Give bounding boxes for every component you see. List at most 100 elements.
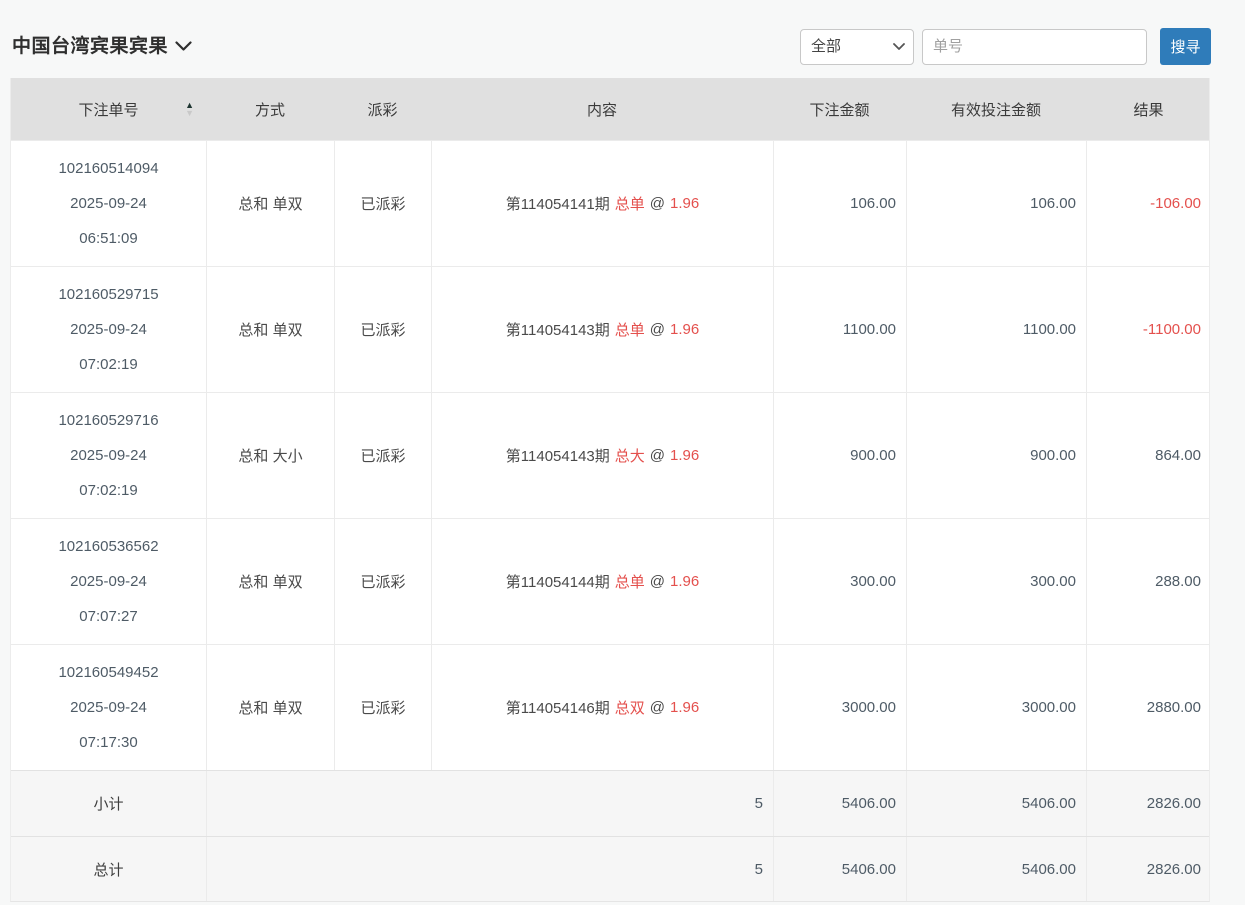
odds-text: 1.96 [670,321,700,338]
payout-status-cell: 已派彩 [334,141,431,266]
column-header-bet-amount: 下注金额 [809,101,870,119]
column-header-payout: 派彩 [367,101,398,119]
content-cell: 第114054146期 总双 @ 1.96 [431,645,773,770]
total-label: 总计 [93,861,124,879]
period-text: 第114054146期 [505,700,610,717]
period-text: 第114054143期 [505,322,610,339]
order-cell: 102160514094 2025-09-24 06:51:09 [11,141,206,266]
total-count: 5 [206,837,773,901]
table-row: 102160549452 2025-09-24 07:17:30 总和 单双 已… [11,644,1209,770]
sort-control[interactable]: ▲ ▼ [185,101,194,118]
total-result: 2826.00 [1086,837,1211,901]
result-cell: 2880.00 [1086,645,1211,770]
total-row: 总计 5 5406.00 5406.00 2826.00 [11,836,1209,901]
subtotal-count: 5 [206,771,773,836]
table-row: 102160514094 2025-09-24 06:51:09 总和 单双 已… [11,140,1209,266]
odds-text: 1.96 [670,573,700,590]
valid-amount-cell: 300.00 [906,519,1086,644]
at-symbol: @ [649,699,665,716]
order-time: 07:07:27 [79,608,138,625]
subtotal-row: 小计 5 5406.00 5406.00 2826.00 [11,770,1209,836]
order-cell: 102160536562 2025-09-24 07:07:27 [11,519,206,644]
order-date: 2025-09-24 [70,321,147,338]
odds-text: 1.96 [670,195,700,212]
at-symbol: @ [649,321,665,338]
content-cell: 第114054143期 总单 @ 1.96 [431,267,773,392]
table-row: 102160529715 2025-09-24 07:02:19 总和 单双 已… [11,266,1209,392]
period-text: 第114054141期 [505,196,610,213]
valid-amount-cell: 3000.00 [906,645,1086,770]
result-cell: 864.00 [1086,393,1211,518]
order-date: 2025-09-24 [70,573,147,590]
at-symbol: @ [649,447,665,464]
bet-amount-cell: 1100.00 [773,267,906,392]
content-cell: 第114054141期 总单 @ 1.96 [431,141,773,266]
method-cell: 总和 单双 [206,645,334,770]
order-date: 2025-09-24 [70,447,147,464]
payout-status-cell: 已派彩 [334,267,431,392]
order-id: 102160529715 [58,286,159,303]
sort-desc-icon[interactable]: ▼ [185,109,194,118]
valid-amount-cell: 900.00 [906,393,1086,518]
game-filter-select[interactable]: 全部 [800,28,914,65]
title-chevron-down-icon[interactable] [175,41,192,52]
top-bar: 中国台湾宾果宾果 全部 搜寻 [0,0,1245,78]
content-cell: 第114054144期 总单 @ 1.96 [431,519,773,644]
result-cell: 288.00 [1086,519,1211,644]
odds-text: 1.96 [670,447,700,464]
subtotal-label: 小计 [93,796,124,813]
column-header-result: 结果 [1133,101,1164,119]
total-valid-amount: 5406.00 [906,837,1086,901]
subtotal-result: 2826.00 [1086,771,1211,836]
order-time: 07:02:19 [79,482,138,499]
method-cell: 总和 大小 [206,393,334,518]
at-symbol: @ [649,195,665,212]
order-time: 07:17:30 [79,734,138,751]
page-title: 中国台湾宾果宾果 [12,36,169,57]
order-id: 102160514094 [58,160,159,177]
order-date: 2025-09-24 [70,699,147,716]
order-id: 102160536562 [58,538,159,555]
order-id: 102160529716 [58,412,159,429]
order-time: 07:02:19 [79,356,138,373]
pick-text: 总单 [614,574,645,591]
odds-text: 1.96 [670,699,700,716]
valid-amount-cell: 106.00 [906,141,1086,266]
result-cell: -1100.00 [1086,267,1211,392]
order-date: 2025-09-24 [70,195,147,212]
at-symbol: @ [649,573,665,590]
table-row: 102160536562 2025-09-24 07:07:27 总和 单双 已… [11,518,1209,644]
payout-status-cell: 已派彩 [334,519,431,644]
pick-text: 总单 [614,322,645,339]
period-text: 第114054143期 [505,448,610,465]
search-button[interactable]: 搜寻 [1160,28,1211,65]
bet-amount-cell: 3000.00 [773,645,906,770]
method-cell: 总和 单双 [206,519,334,644]
content-cell: 第114054143期 总大 @ 1.96 [431,393,773,518]
pick-text: 总大 [614,448,645,465]
column-header-order-id[interactable]: 下注单号 ▲ ▼ [11,78,206,140]
order-time: 06:51:09 [79,230,138,247]
column-header-content: 内容 [586,101,617,119]
bet-amount-cell: 106.00 [773,141,906,266]
filter-select-wrap: 全部 [800,28,914,65]
total-bet-amount: 5406.00 [773,837,906,901]
column-header-valid-amount: 有效投注金额 [950,101,1041,119]
search-controls: 全部 搜寻 [800,28,1211,65]
payout-status-cell: 已派彩 [334,393,431,518]
column-header-method: 方式 [254,101,285,119]
subtotal-bet-amount: 5406.00 [773,771,906,836]
method-cell: 总和 单双 [206,267,334,392]
order-id: 102160549452 [58,664,159,681]
bet-records-table: 下注单号 ▲ ▼ 方式 派彩 内容 下注金额 有效投注金额 结果 1021605… [10,78,1210,902]
bet-amount-cell: 300.00 [773,519,906,644]
order-cell: 102160529715 2025-09-24 07:02:19 [11,267,206,392]
order-cell: 102160549452 2025-09-24 07:17:30 [11,645,206,770]
order-id-header-label: 下注单号 [78,101,139,119]
pick-text: 总单 [614,196,645,213]
order-cell: 102160529716 2025-09-24 07:02:19 [11,393,206,518]
bet-amount-cell: 900.00 [773,393,906,518]
order-search-input[interactable] [922,28,1147,65]
period-text: 第114054144期 [505,574,610,591]
table-row: 102160529716 2025-09-24 07:02:19 总和 大小 已… [11,392,1209,518]
